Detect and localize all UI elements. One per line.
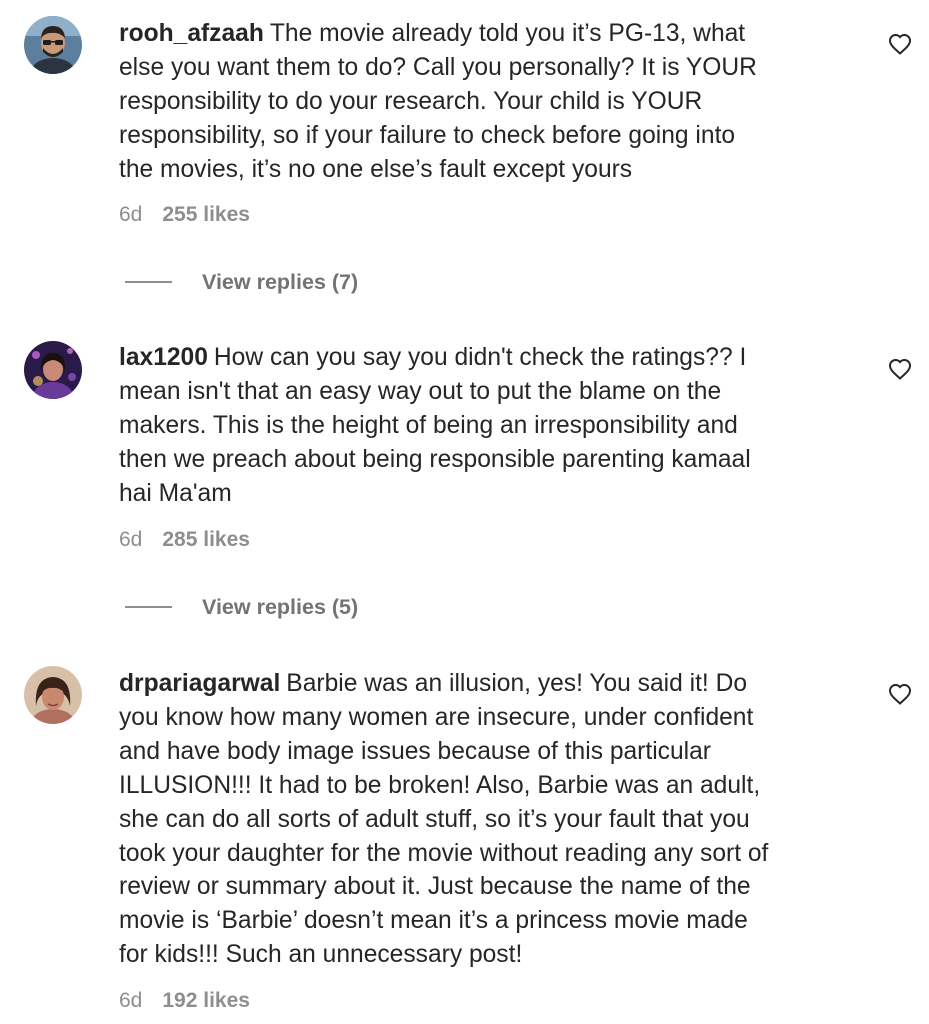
likes-count[interactable]: 255 likes — [162, 203, 250, 226]
comment-text-line: How can you say you didn't check the rat… — [213, 344, 747, 371]
user-avatar-icon — [24, 666, 82, 724]
replies-divider — [125, 606, 172, 608]
avatar[interactable] — [24, 666, 82, 724]
comment-text-line: responsibility to do your research. Your… — [119, 87, 703, 115]
comment-text-line: Barbie was an illusion, yes! You said it… — [286, 670, 748, 697]
comment-username[interactable]: lax1200 — [119, 344, 208, 371]
comment-time: 6d — [119, 203, 143, 226]
comment-text-line: took your daughter for the movie without… — [119, 839, 769, 867]
heart-outline-icon[interactable] — [888, 33, 912, 55]
likes-count[interactable]: 192 likes — [162, 989, 250, 1012]
comment-text-line: else you want them to do? Call you perso… — [119, 53, 757, 81]
replies-divider — [125, 281, 172, 283]
comment-text: drpariagarwal Barbie was an illusion, yes… — [119, 667, 859, 972]
comment-text-line: The movie already told you it’s PG-13, w… — [269, 20, 746, 47]
view-replies-button[interactable]: View replies (7) — [125, 267, 358, 297]
heart-outline-icon[interactable] — [888, 683, 912, 705]
comment-text-line: for kids!!! Such an unnecessary post! — [119, 941, 523, 969]
comment-meta: 6d 285 likes — [119, 528, 250, 552]
comment-text-line: she can do all sorts of adult stuff, so … — [119, 805, 750, 833]
view-replies-button[interactable]: View replies (5) — [125, 592, 358, 622]
comment-text-line: hai Ma'am — [119, 479, 232, 507]
comment-text-line: movie is ‘Barbie’ doesn’t mean it’s a pr… — [119, 907, 748, 935]
comment-meta: 6d 255 likes — [119, 203, 250, 227]
comment-text-line: you know how many women are insecure, un… — [119, 703, 754, 731]
heart-outline-icon[interactable] — [888, 358, 912, 380]
comment-text-line: the movies, it’s no one else’s fault exc… — [119, 155, 633, 183]
likes-count[interactable]: 285 likes — [162, 528, 250, 551]
comment-text-line: review or summary about it. Just because… — [119, 873, 751, 901]
comment-time: 6d — [119, 989, 143, 1012]
view-replies-label: View replies (5) — [202, 594, 359, 619]
view-replies-label: View replies (7) — [202, 269, 359, 294]
comment-time: 6d — [119, 528, 143, 551]
user-avatar-icon — [24, 341, 82, 399]
comment-meta: 6d 192 likes — [119, 989, 250, 1013]
comment-text-line: and have body image issues because of th… — [119, 737, 711, 765]
comment-username[interactable]: drpariagarwal — [119, 670, 280, 697]
comment-text-line: then we preach about being responsible p… — [119, 445, 751, 473]
user-avatar-icon — [24, 16, 82, 74]
comment-text-line: mean isn't that an easy way out to put t… — [119, 377, 722, 405]
comment-username[interactable]: rooh_afzaah — [119, 20, 264, 47]
avatar[interactable] — [24, 16, 82, 74]
comment-text-line: responsibility, so if your failure to ch… — [119, 121, 736, 149]
comment-text-line: ILLUSION!!! It had to be broken! Also, B… — [119, 771, 761, 799]
avatar[interactable] — [24, 341, 82, 399]
comment-text-line: makers. This is the height of being an i… — [119, 411, 738, 439]
comment-text: lax1200 How can you say you didn't check … — [119, 341, 859, 511]
comment-text: rooh_afzaah The movie already told you it… — [119, 17, 859, 187]
